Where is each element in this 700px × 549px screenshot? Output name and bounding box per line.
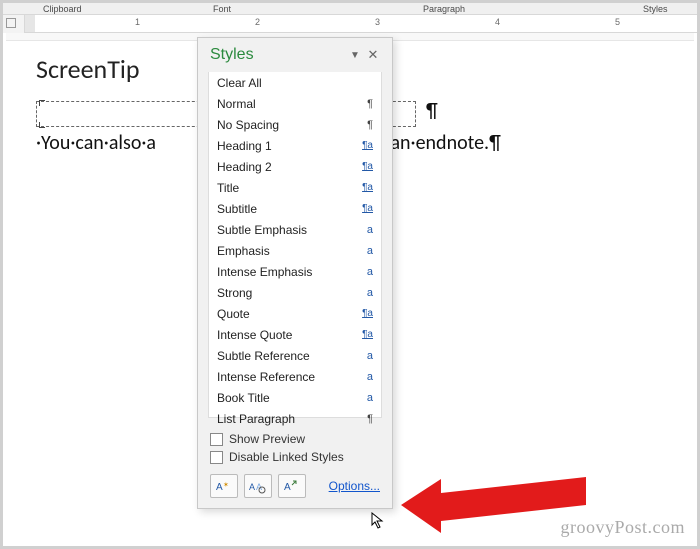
body-text-after: g·an·endnote.¶ [376,131,501,155]
style-item-label: List Paragraph [217,412,355,426]
ribbon-label-font: Font [213,4,231,14]
style-type-icon: a [355,350,373,362]
horizontal-ruler[interactable]: 1 2 3 4 5 [3,15,697,33]
show-preview-checkbox[interactable]: Show Preview [210,430,380,448]
style-type-icon: ¶a [355,140,373,151]
style-inspector-button[interactable]: AA [244,474,272,498]
style-item-label: Subtle Reference [217,349,355,363]
style-item-label: Heading 2 [217,160,355,174]
close-icon[interactable]: ✕ [364,47,382,63]
style-item[interactable]: Quote¶a [209,303,381,324]
style-item[interactable]: Intense Quote¶a [209,324,381,345]
body-text-before: ·You·can·also·a [36,131,156,155]
ribbon-group-labels: Clipboard Font Paragraph Styles [3,3,697,15]
style-item[interactable]: Intense Emphasisa [209,261,381,282]
ruler-mark: 5 [615,17,620,27]
styles-pane-dropdown-icon[interactable]: ▼ [346,50,364,61]
style-item[interactable]: Subtle Emphasisa [209,219,381,240]
styles-list[interactable]: Clear AllNormal¶No Spacing¶Heading 1¶aHe… [208,72,382,418]
style-type-icon: ¶a [355,203,373,214]
styles-pane-title: Styles [210,46,346,64]
style-item-label: Strong [217,286,355,300]
style-item-label: Intense Emphasis [217,265,355,279]
style-item[interactable]: Heading 1¶a [209,135,381,156]
ruler-mark: 3 [375,17,380,27]
style-item[interactable]: Clear All [209,72,381,93]
style-item-label: Intense Quote [217,328,355,342]
disable-linked-label: Disable Linked Styles [229,450,344,464]
style-item[interactable]: Book Titlea [209,387,381,408]
style-item-label: Quote [217,307,355,321]
style-item-label: Book Title [217,391,355,405]
style-item-label: Subtitle [217,202,355,216]
ribbon-label-paragraph: Paragraph [423,4,465,14]
style-type-icon: a [355,371,373,383]
style-item[interactable]: No Spacing¶ [209,114,381,135]
style-type-icon: ¶a [355,161,373,172]
style-item-label: Heading 1 [217,139,355,153]
style-item[interactable]: Emphasisa [209,240,381,261]
style-item-label: Normal [217,97,355,111]
style-type-icon: ¶a [355,329,373,340]
style-item[interactable]: Subtle Referencea [209,345,381,366]
options-link[interactable]: Options... [329,479,380,493]
style-type-icon: ¶ [355,413,373,425]
watermark: groovyPost.com [560,517,685,538]
style-item[interactable]: Subtitle¶a [209,198,381,219]
checkbox-icon[interactable] [210,451,223,464]
svg-text:A: A [216,482,223,493]
ruler-mark: 2 [255,17,260,27]
style-type-icon: ¶a [355,308,373,319]
pilcrow-icon: ¶ [426,99,438,123]
show-preview-label: Show Preview [229,432,305,446]
ruler-mark: 1 [135,17,140,27]
style-type-icon: a [355,266,373,278]
style-item-label: No Spacing [217,118,355,132]
style-type-icon: a [355,224,373,236]
new-style-button[interactable]: A✶ [210,474,238,498]
ruler-tab-selector[interactable] [3,15,25,33]
disable-linked-styles-checkbox[interactable]: Disable Linked Styles [210,448,380,466]
svg-text:A: A [249,482,255,492]
style-item[interactable]: Intense Referencea [209,366,381,387]
style-type-icon: a [355,287,373,299]
style-item[interactable]: Stronga [209,282,381,303]
svg-text:A: A [284,482,291,493]
style-type-icon: ¶a [355,182,373,193]
manage-styles-button[interactable]: A [278,474,306,498]
style-item-label: Clear All [217,76,355,90]
ruler-mark: 4 [495,17,500,27]
style-item-label: Emphasis [217,244,355,258]
style-item-label: Subtle Emphasis [217,223,355,237]
checkbox-icon[interactable] [210,433,223,446]
ribbon-label-styles: Styles [643,4,668,14]
ribbon-label-clipboard: Clipboard [43,4,82,14]
style-item[interactable]: Normal¶ [209,93,381,114]
styles-pane: Styles ▼ ✕ Clear AllNormal¶No Spacing¶He… [197,37,393,509]
style-item[interactable]: Heading 2¶a [209,156,381,177]
style-type-icon: a [355,245,373,257]
style-item[interactable]: Title¶a [209,177,381,198]
style-type-icon: ¶ [355,98,373,110]
svg-text:✶: ✶ [223,481,229,489]
style-item-label: Title [217,181,355,195]
style-type-icon: a [355,392,373,404]
style-item-label: Intense Reference [217,370,355,384]
style-type-icon: ¶ [355,119,373,131]
